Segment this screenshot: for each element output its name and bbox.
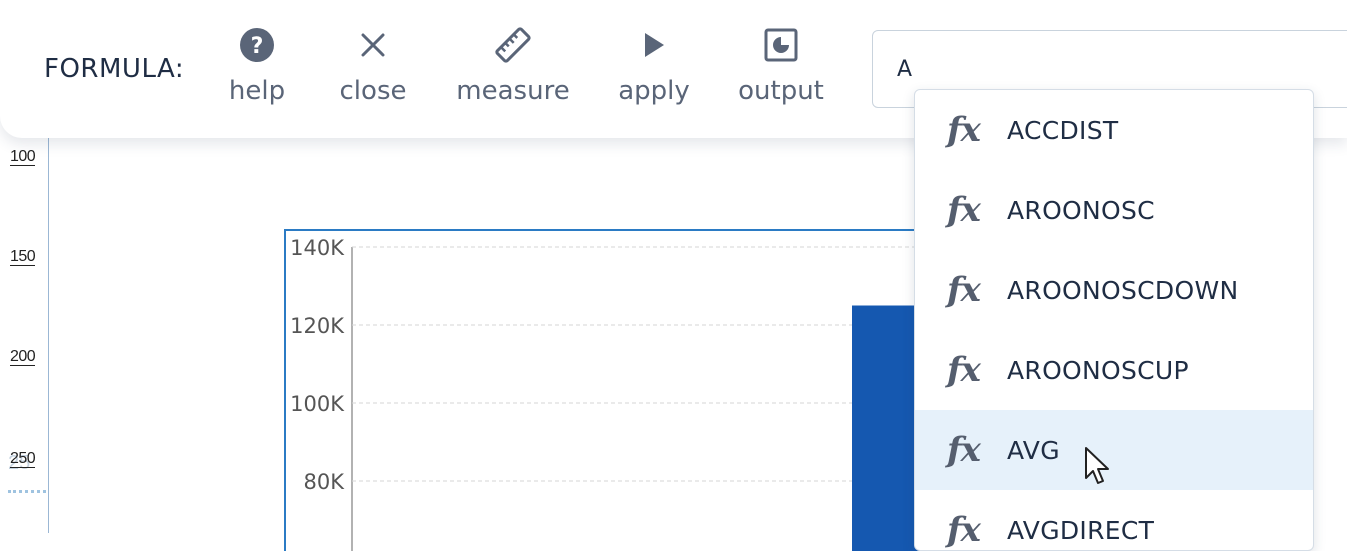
suggestion-label: AROONOSC	[1007, 196, 1155, 225]
function-icon: fx	[947, 350, 1007, 390]
bar-chart: 140K 120K 100K 80K	[286, 231, 986, 551]
ruler-guide-dots	[8, 490, 46, 493]
formula-suggestions-dropdown: fx ACCDIST fx AROONOSC fx AROONOSCDOWN f…	[914, 89, 1314, 551]
apply-button-label: apply	[614, 76, 694, 106]
function-icon: fx	[947, 510, 1007, 550]
close-button-label: close	[336, 76, 410, 106]
close-button[interactable]: close	[336, 24, 410, 124]
suggestion-item-aroonosc[interactable]: fx AROONOSC	[915, 170, 1313, 250]
suggestion-label: AVG	[1007, 436, 1060, 465]
ruler-icon	[454, 24, 572, 66]
suggestion-item-aroonoscdown[interactable]: fx AROONOSCDOWN	[915, 250, 1313, 330]
y-tick-label: 80K	[304, 470, 346, 494]
suggestion-label: AROONOSCUP	[1007, 356, 1189, 385]
measure-button-label: measure	[454, 76, 572, 106]
function-icon: fx	[947, 190, 1007, 230]
ruler-tick: 250	[10, 450, 35, 468]
function-icon: fx	[947, 270, 1007, 310]
function-icon: fx	[947, 430, 1007, 470]
apply-button[interactable]: apply	[614, 24, 694, 124]
formula-label: FORMULA:	[44, 54, 184, 84]
suggestion-item-aroonoscup[interactable]: fx AROONOSCUP	[915, 330, 1313, 410]
function-icon: fx	[947, 110, 1007, 150]
ruler-tick: 200	[10, 348, 35, 366]
suggestion-item-accdist[interactable]: fx ACCDIST	[915, 90, 1313, 170]
help-button-label: help	[222, 76, 292, 106]
help-circle-icon: ?	[222, 24, 292, 66]
output-button-label: output	[734, 76, 828, 106]
help-button[interactable]: ? help	[222, 24, 292, 124]
ruler-tick: 150	[10, 248, 35, 266]
chart-frame[interactable]: 140K 120K 100K 80K	[284, 229, 988, 551]
ruler-tick: 100	[10, 148, 35, 166]
suggestion-item-avgdirect[interactable]: fx AVGDIRECT	[915, 490, 1313, 551]
suggestion-label: AROONOSCDOWN	[1007, 276, 1238, 305]
output-button[interactable]: output	[734, 24, 828, 124]
suggestion-label: ACCDIST	[1007, 116, 1118, 145]
output-chart-icon	[734, 24, 828, 66]
suggestion-item-avg[interactable]: fx AVG	[915, 410, 1313, 490]
y-tick-label: 120K	[290, 314, 345, 338]
mouse-pointer-icon	[1084, 446, 1114, 488]
y-tick-label: 100K	[290, 392, 345, 416]
svg-text:?: ?	[251, 34, 264, 59]
measure-button[interactable]: measure	[454, 24, 572, 124]
y-tick-label: 140K	[290, 236, 345, 260]
play-icon	[614, 24, 694, 66]
suggestion-label: AVGDIRECT	[1007, 516, 1154, 545]
bar[interactable]	[852, 306, 922, 551]
close-icon	[336, 24, 410, 66]
